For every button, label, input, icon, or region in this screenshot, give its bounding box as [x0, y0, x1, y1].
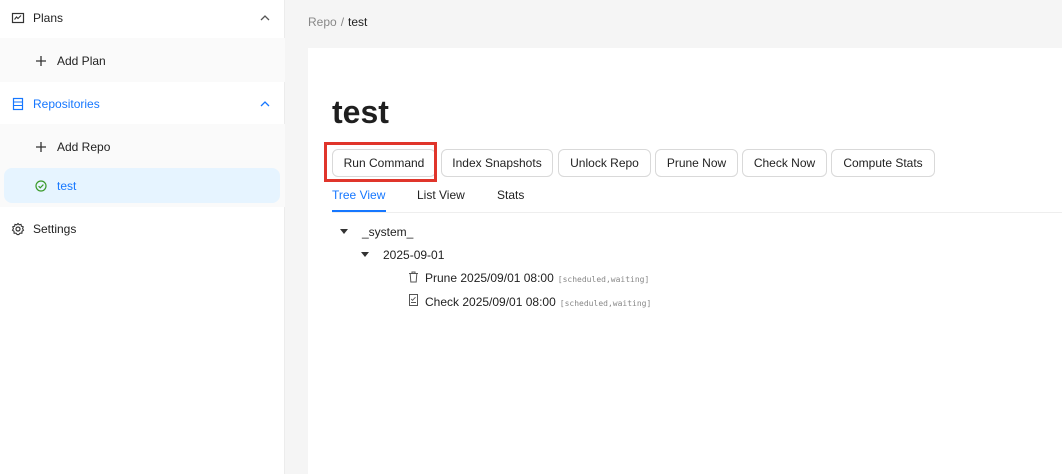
tree-node-check[interactable]: Check 2025/09/01 08:00 [scheduled,waiting… — [425, 295, 651, 309]
tab-divider — [332, 212, 1062, 213]
sidebar-item-add-plan[interactable]: Add Plan — [0, 41, 285, 81]
caret-down-icon[interactable] — [340, 229, 348, 234]
tree-node-status: [scheduled,waiting] — [559, 299, 652, 308]
trash-icon — [409, 271, 418, 283]
sidebar: Plans Add Plan Repositories Add Repo tes… — [0, 0, 285, 474]
dashboard-icon — [11, 12, 25, 24]
index-snapshots-button[interactable]: Index Snapshots — [441, 149, 553, 177]
breadcrumb: Repo / test — [308, 15, 367, 29]
sidebar-item-add-repo[interactable]: Add Repo — [0, 127, 285, 167]
sidebar-item-plans[interactable]: Plans — [0, 0, 285, 38]
check-now-button[interactable]: Check Now — [742, 149, 827, 177]
sidebar-item-label: test — [57, 178, 77, 193]
chevron-up-icon[interactable] — [259, 99, 271, 109]
main-content: test Run Command Index Snapshots Unlock … — [308, 48, 1062, 474]
tree-node-prune[interactable]: Prune 2025/09/01 08:00 [scheduled,waiting… — [425, 271, 649, 285]
sidebar-item-settings[interactable]: Settings — [0, 209, 285, 249]
prune-now-button[interactable]: Prune Now — [655, 149, 738, 177]
plus-icon — [36, 142, 46, 152]
sidebar-item-label: Add Repo — [57, 140, 111, 154]
check-document-icon — [409, 294, 418, 306]
page-title: test — [332, 94, 389, 130]
caret-down-icon[interactable] — [361, 252, 369, 257]
tab-active-indicator — [332, 210, 386, 212]
tree-node-system[interactable]: _system_ — [362, 225, 413, 239]
tree-node-status: [scheduled,waiting] — [557, 275, 650, 284]
compute-stats-button[interactable]: Compute Stats — [831, 149, 935, 177]
chevron-up-icon[interactable] — [259, 13, 271, 23]
database-icon — [12, 97, 24, 111]
check-circle-icon — [35, 179, 47, 192]
breadcrumb-current: test — [348, 15, 368, 29]
sidebar-item-repositories[interactable]: Repositories — [0, 84, 285, 124]
tree-node-label: Prune 2025/09/01 08:00 — [425, 271, 554, 285]
tree-node-label: Check 2025/09/01 08:00 — [425, 295, 556, 309]
unlock-repo-button[interactable]: Unlock Repo — [558, 149, 651, 177]
highlight-box — [324, 142, 437, 182]
tab-tree-view[interactable]: Tree View — [332, 188, 385, 202]
sidebar-item-label: Settings — [33, 222, 77, 236]
tree-node-date[interactable]: 2025-09-01 — [383, 248, 444, 262]
breadcrumb-separator: / — [340, 15, 345, 29]
sidebar-item-label: Plans — [33, 11, 64, 25]
gear-icon — [11, 222, 25, 236]
sidebar-item-label: Add Plan — [57, 54, 106, 68]
sidebar-item-label: Repositories — [33, 97, 100, 111]
sidebar-item-repo-test[interactable]: test — [4, 168, 280, 203]
tab-list-view[interactable]: List View — [417, 188, 465, 202]
plus-icon — [36, 56, 46, 66]
tab-stats[interactable]: Stats — [497, 188, 524, 202]
breadcrumb-parent[interactable]: Repo — [308, 15, 337, 29]
